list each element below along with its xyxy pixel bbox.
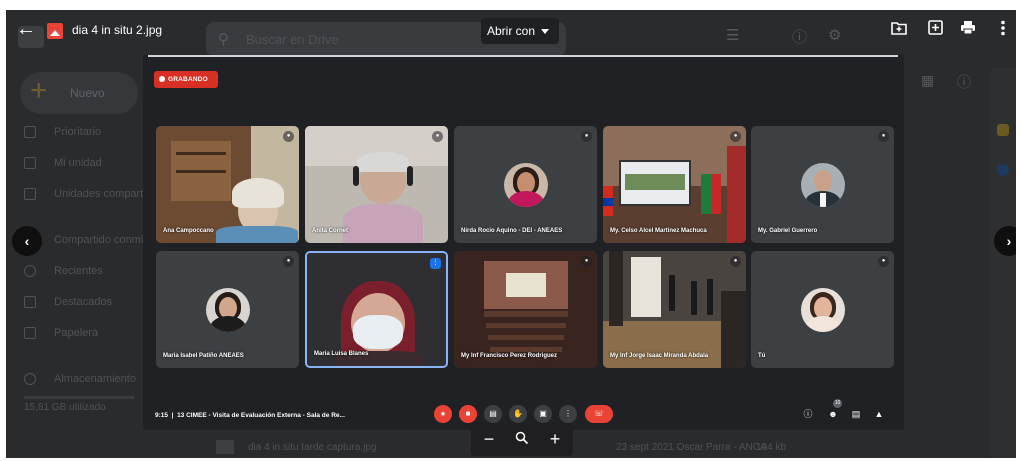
participant-tile-speaking: ⋮ Maria Luisa Blanes <box>305 251 448 368</box>
back-arrow-icon[interactable]: ← <box>16 19 36 39</box>
new-button: + Nuevo <box>20 72 138 114</box>
mic-muted-icon: ● <box>283 131 294 142</box>
image-file-icon <box>216 440 234 454</box>
mic-muted-icon: ● <box>878 131 889 142</box>
right-side-panel <box>991 68 1016 458</box>
add-to-drive-icon[interactable] <box>888 20 910 42</box>
more-vert-icon[interactable] <box>992 20 1014 42</box>
nav-item-unidades-compartidas: Unidades compartidas <box>6 188 163 210</box>
participant-video <box>603 126 746 243</box>
mic-muted-icon: ● <box>730 256 741 267</box>
plus-icon: + <box>30 74 48 107</box>
participant-tile: ● Maria Isabel Patiño ANEAES <box>156 251 299 368</box>
participant-avatar <box>205 288 250 332</box>
raise-hand-icon: ✋ <box>509 405 527 423</box>
mic-muted-icon: ● <box>730 131 741 142</box>
drive-preview-window: ⚲ Buscar en Drive ☰ ⓘ ⚙ + Nuevo Priorita… <box>6 10 1016 458</box>
details-icon: ⓘ <box>957 74 971 90</box>
participant-avatar <box>800 288 845 332</box>
participant-video <box>156 126 299 243</box>
mic-muted-icon: ● <box>283 256 294 267</box>
grid-view-icon: ▦ <box>921 72 935 88</box>
participant-name: My. Celso Alcel Martinez Machuca <box>610 228 707 234</box>
mic-muted-icon: ● <box>878 256 889 267</box>
nav-item-mi-unidad: Mi unidad <box>6 157 156 179</box>
nav-item-prioritario: Prioritario <box>6 126 156 148</box>
open-with-button[interactable]: Abrir con <box>481 18 559 44</box>
captions-icon: ▤ <box>484 405 502 423</box>
participant-video <box>454 251 597 368</box>
participant-name: Ana Campoccano <box>163 228 214 234</box>
print-icon[interactable] <box>957 20 979 42</box>
participant-video <box>603 251 746 368</box>
meeting-info: 9:15 | 13 CIMEE - Visita de Evaluación E… <box>155 412 345 419</box>
participant-name: My Inf Jorge Isaac Miranda Abdala <box>610 353 709 359</box>
participant-tile: ● Anita Cornet <box>305 126 448 243</box>
participant-name: My Inf Francisco Perez Rodriguez <box>461 353 558 359</box>
mic-off-icon: ● <box>434 405 452 423</box>
zoom-out-button[interactable]: − <box>478 429 500 449</box>
mic-muted-icon: ● <box>432 131 443 142</box>
preview-top-bar: ← dia 4 in situ 2.jpg Abrir con <box>6 10 1016 50</box>
trash-icon <box>24 327 36 339</box>
people-icon: ☻ <box>828 409 838 419</box>
participant-tile: ● My. Gabriel Guerrero <box>751 126 894 243</box>
audio-wave-icon: ⋮ <box>430 258 441 269</box>
file-title: dia 4 in situ 2.jpg <box>72 23 163 37</box>
mic-muted-icon: ● <box>581 256 592 267</box>
participant-name: Nirda Rocio Aquino - DEI - ANEAES <box>461 228 563 234</box>
participant-tile: ● My Inf Jorge Isaac Miranda Abdala <box>603 251 746 368</box>
more-options-icon: ⋮ <box>559 405 577 423</box>
tasks-app-icon <box>997 164 1009 176</box>
previous-arrow-icon[interactable]: ‹ <box>12 226 42 256</box>
cloud-icon <box>24 373 36 385</box>
storage-text: 15,81 GB utilizado <box>24 402 106 413</box>
drive-icon <box>24 157 36 169</box>
storage-bar <box>24 396 134 399</box>
check-box-icon <box>24 126 36 138</box>
zoom-in-button[interactable]: + <box>544 429 566 449</box>
participant-name: Maria Luisa Blanes <box>314 351 369 357</box>
participant-avatar <box>503 163 548 207</box>
participant-video <box>305 126 448 243</box>
chat-icon: ▤ <box>851 409 861 419</box>
image-top-line <box>148 55 898 57</box>
info-icon: ⓘ <box>803 409 813 419</box>
present-icon: ▣ <box>534 405 552 423</box>
new-label: Nuevo <box>70 86 105 100</box>
zoom-controls: − + <box>471 423 573 456</box>
add-shortcut-icon[interactable] <box>924 20 946 42</box>
participant-avatar <box>800 163 845 207</box>
participant-name: My. Gabriel Guerrero <box>758 228 818 234</box>
caret-down-icon <box>541 29 550 35</box>
participant-name: Maria Isabel Patiño ANEAES <box>163 353 244 359</box>
participant-tile: ● My. Celso Alcel Martinez Machuca <box>603 126 746 243</box>
participant-tile: ● Tú <box>751 251 894 368</box>
participant-tile: ● Nirda Rocio Aquino - DEI - ANEAES <box>454 126 597 243</box>
meeting-screenshot: GRABANDO ● Ana Campoccano ● Anita Cornet… <box>143 55 904 430</box>
mic-muted-icon: ● <box>581 131 592 142</box>
participant-name: Tú <box>758 353 766 359</box>
next-arrow-icon[interactable]: › <box>994 226 1016 256</box>
calendar-app-icon <box>997 124 1009 136</box>
participant-video <box>307 253 446 366</box>
image-file-icon <box>47 23 63 39</box>
recording-badge: GRABANDO <box>154 71 218 88</box>
hang-up-icon: ☏ <box>585 405 613 423</box>
clock-icon <box>24 265 36 277</box>
participant-tile: ● Ana Campoccano <box>156 126 299 243</box>
camera-off-icon: ■ <box>459 405 477 423</box>
participant-tile: ● My Inf Francisco Perez Rodriguez <box>454 251 597 368</box>
activities-icon: ▲ <box>874 409 884 419</box>
record-dot-icon <box>159 76 165 82</box>
zoom-icon[interactable] <box>511 429 533 449</box>
nav-item-papelera: Papelera <box>6 327 156 349</box>
star-icon <box>24 296 36 308</box>
nav-item-recientes: Recientes <box>6 265 156 287</box>
nav-item-almacenamiento: Almacenamiento <box>6 373 156 395</box>
participant-name: Anita Cornet <box>312 228 348 234</box>
shared-drive-icon <box>24 188 36 200</box>
nav-item-destacados: Destacados <box>6 296 156 318</box>
